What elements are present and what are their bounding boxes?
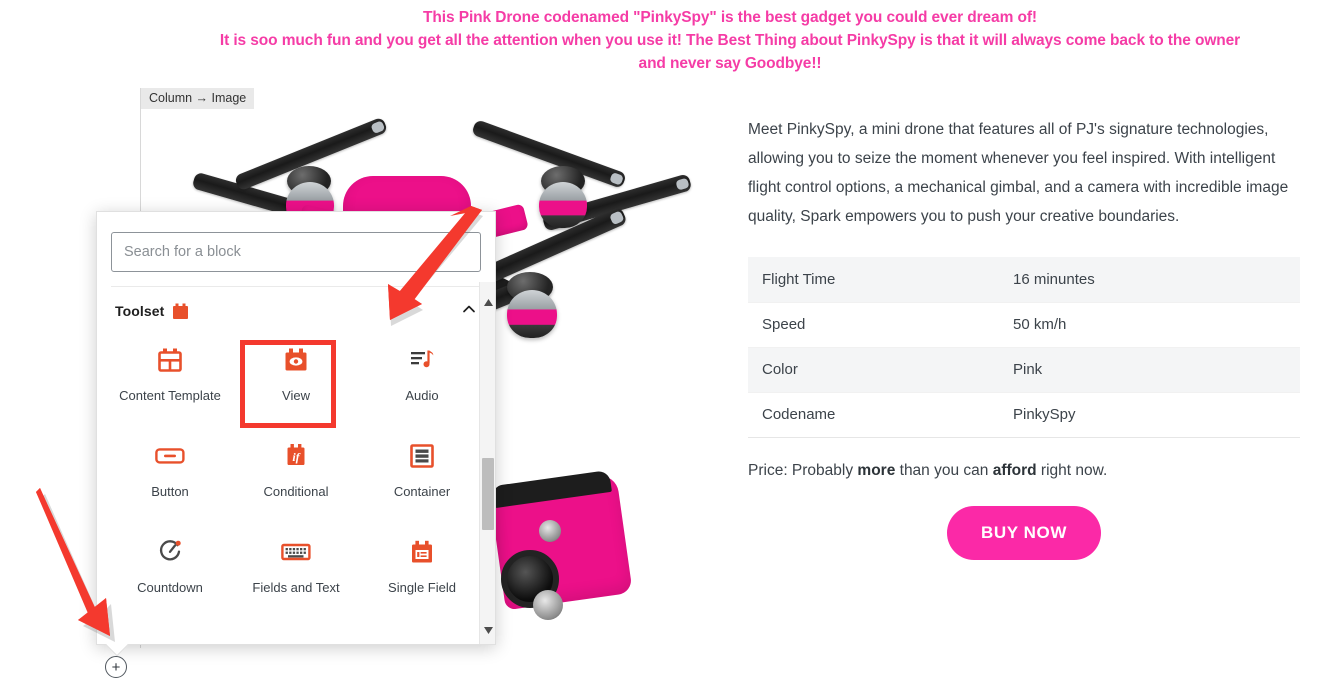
price-prefix: Price: Probably bbox=[748, 461, 858, 479]
block-item-countdown[interactable]: Countdown bbox=[107, 525, 233, 619]
section-header-toolset[interactable]: Toolset bbox=[97, 287, 495, 327]
buy-now-button[interactable]: BUY NOW bbox=[946, 505, 1102, 560]
block-item-single-field[interactable]: Single Field bbox=[359, 525, 485, 619]
view-eye-icon bbox=[283, 343, 309, 377]
price-bold-more: more bbox=[857, 461, 896, 479]
table-row: Speed 50 km/h bbox=[748, 302, 1300, 348]
container-icon bbox=[409, 439, 435, 473]
price-suffix: right now. bbox=[1036, 461, 1108, 479]
button-icon bbox=[155, 439, 185, 473]
toolset-brand-icon bbox=[172, 303, 189, 320]
table-row: Color Pink bbox=[748, 347, 1300, 393]
block-item-conditional[interactable]: if Conditional bbox=[233, 429, 359, 523]
scrollbar-thumb[interactable] bbox=[482, 458, 494, 530]
spec-key: Codename bbox=[748, 392, 1013, 438]
spec-value: PinkySpy bbox=[1013, 392, 1300, 438]
price-line: Price: Probably more than you can afford… bbox=[748, 462, 1300, 480]
spec-key: Speed bbox=[748, 302, 1013, 348]
spec-value: 16 minuntes bbox=[1013, 257, 1300, 303]
buy-button-wrap: BUY NOW bbox=[748, 505, 1300, 560]
price-middle: than you can bbox=[895, 461, 993, 479]
search-row bbox=[97, 212, 495, 286]
popover-caret bbox=[105, 633, 129, 657]
spec-key: Color bbox=[748, 347, 1013, 393]
block-label: Single Field bbox=[388, 580, 456, 595]
block-item-container[interactable]: Container bbox=[359, 429, 485, 523]
triangle-down-icon[interactable] bbox=[480, 622, 496, 638]
block-label: Fields and Text bbox=[252, 580, 340, 595]
block-label: View bbox=[282, 388, 310, 403]
block-label: Container bbox=[393, 484, 451, 499]
conditional-if-icon: if bbox=[283, 439, 309, 473]
fields-and-text-keyboard-icon bbox=[281, 535, 311, 569]
block-item-audio[interactable]: Audio bbox=[359, 333, 485, 427]
section-title: Toolset bbox=[115, 303, 165, 319]
table-row: Codename PinkySpy bbox=[748, 392, 1300, 438]
spec-key: Flight Time bbox=[748, 257, 1013, 303]
block-grid: Content Template View Audio Button if Co… bbox=[97, 327, 495, 629]
inserter-scrollbar[interactable] bbox=[479, 282, 495, 644]
svg-text:if: if bbox=[292, 450, 300, 464]
block-item-button[interactable]: Button bbox=[107, 429, 233, 523]
promo-line-3: and never say Goodbye!! bbox=[638, 55, 822, 72]
single-field-icon bbox=[409, 535, 435, 569]
search-input[interactable] bbox=[111, 232, 481, 272]
table-row: Flight Time 16 minuntes bbox=[748, 257, 1300, 303]
countdown-timer-icon bbox=[157, 535, 183, 569]
block-inserter-popover[interactable]: Toolset bbox=[96, 211, 496, 657]
breadcrumb[interactable]: Column → Image bbox=[141, 88, 255, 109]
add-block-button[interactable]: + bbox=[105, 656, 127, 678]
page-root: This Pink Drone codenamed "PinkySpy" is … bbox=[0, 0, 1334, 692]
spec-value: 50 km/h bbox=[1013, 302, 1300, 348]
spec-table: Flight Time 16 minuntes Speed 50 km/h Co… bbox=[748, 257, 1300, 438]
promo-line-2: It is soo much fun and you get all the a… bbox=[219, 32, 1241, 49]
spec-value: Pink bbox=[1013, 347, 1300, 393]
block-item-content-template[interactable]: Content Template bbox=[107, 333, 233, 427]
block-label: Audio bbox=[405, 388, 439, 403]
block-label: Conditional bbox=[263, 484, 329, 499]
content-template-icon bbox=[157, 343, 183, 377]
block-item-view[interactable]: View bbox=[233, 333, 359, 427]
block-label: Button bbox=[151, 484, 189, 499]
block-label: Content Template bbox=[119, 388, 221, 403]
promo-heading: This Pink Drone codenamed "PinkySpy" is … bbox=[160, 6, 1300, 75]
promo-line-1: This Pink Drone codenamed "PinkySpy" is … bbox=[423, 9, 1037, 26]
price-bold-afford: afford bbox=[992, 461, 1037, 479]
audio-note-icon bbox=[409, 343, 435, 377]
triangle-up-icon[interactable] bbox=[480, 294, 496, 310]
chevron-up-icon[interactable] bbox=[461, 301, 477, 322]
product-description: Meet PinkySpy, a mini drone that feature… bbox=[748, 121, 1289, 225]
block-item-fields-and-text[interactable]: Fields and Text bbox=[233, 525, 359, 619]
block-label: Countdown bbox=[137, 580, 203, 595]
product-details-column: Meet PinkySpy, a mini drone that feature… bbox=[748, 115, 1300, 560]
